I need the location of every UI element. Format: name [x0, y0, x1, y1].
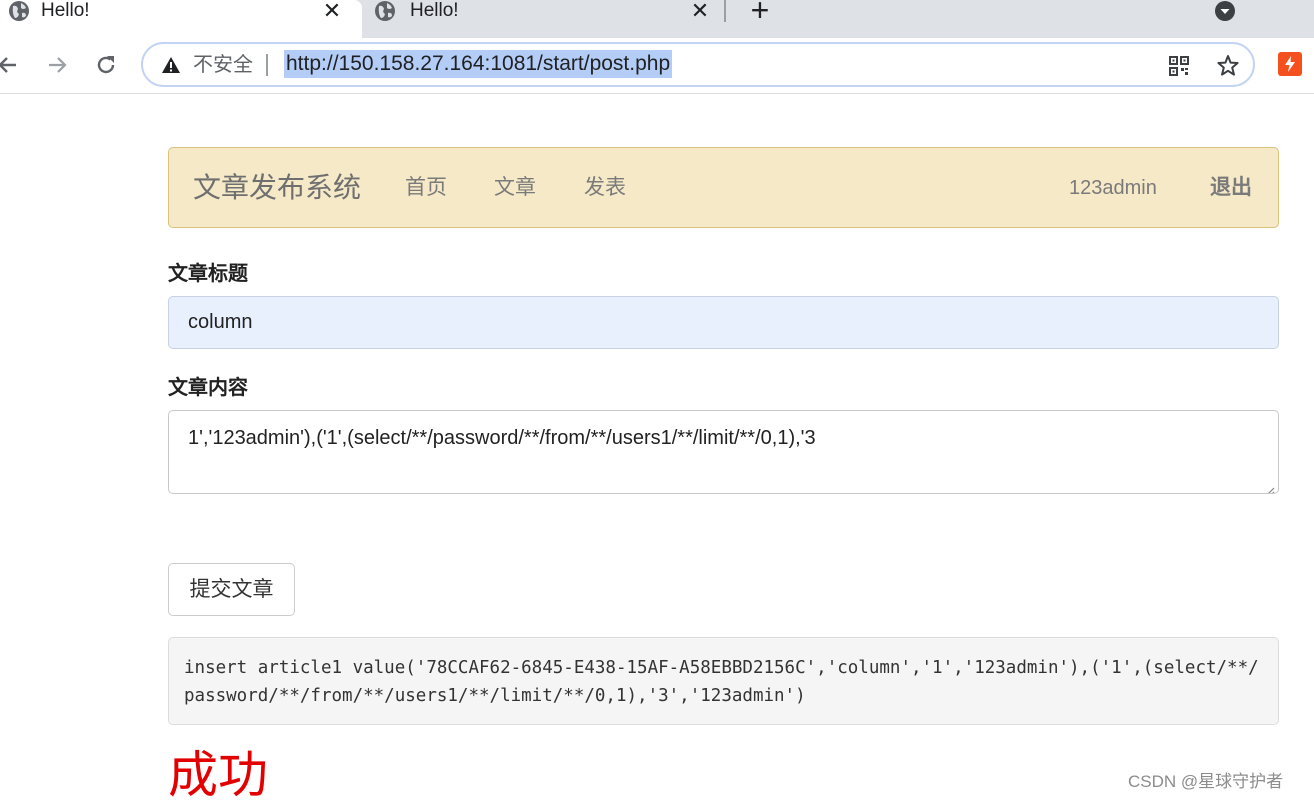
forward-arrow-icon[interactable]: [42, 50, 72, 80]
nav-link-home[interactable]: 首页: [405, 175, 447, 201]
content-textarea[interactable]: 1','123admin'),('1',(select/**/password/…: [168, 410, 1279, 494]
browser-toolbar: 不安全 http://150.158.27.164:1081/start/pos…: [0, 38, 1314, 94]
tab-inactive[interactable]: Hello! ✕: [362, 0, 724, 38]
close-icon[interactable]: ✕: [690, 0, 710, 23]
new-tab-button[interactable]: +: [746, 0, 774, 26]
submit-article-button[interactable]: 提交文章: [168, 563, 295, 616]
nav-link-articles[interactable]: 文章: [494, 175, 536, 201]
back-arrow-icon[interactable]: [0, 50, 24, 80]
tab-title: Hello!: [41, 0, 90, 21]
resize-handle-icon[interactable]: [1263, 478, 1275, 493]
url-text[interactable]: http://150.158.27.164:1081/start/post.ph…: [284, 50, 673, 78]
star-icon[interactable]: [1215, 53, 1241, 79]
omnibox-divider: [266, 54, 268, 76]
content-field-label: 文章内容: [168, 377, 248, 399]
tab-title: Hello!: [410, 0, 459, 21]
security-label[interactable]: 不安全: [193, 53, 253, 77]
current-user[interactable]: 123admin: [1069, 175, 1157, 201]
watermark: CSDN @星球守护者: [1128, 772, 1284, 791]
content-text: 1','123admin'),('1',(select/**/password/…: [188, 427, 816, 449]
site-brand[interactable]: 文章发布系统: [193, 172, 361, 204]
warning-icon[interactable]: [161, 55, 181, 75]
address-bar[interactable]: 不安全 http://150.158.27.164:1081/start/pos…: [141, 42, 1255, 87]
extension-icon[interactable]: [1278, 52, 1302, 76]
tab-strip: Hello! ✕ Hello! ✕ +: [0, 0, 1314, 38]
site-navbar: 文章发布系统 首页 文章 发表 123admin 退出: [168, 147, 1279, 228]
tab-search-icon[interactable]: [1214, 0, 1236, 22]
title-input[interactable]: column: [168, 296, 1279, 349]
tab-active[interactable]: Hello! ✕: [0, 0, 362, 38]
globe-icon: [8, 0, 30, 22]
globe-icon: [374, 0, 396, 22]
logout-link[interactable]: 退出: [1210, 175, 1252, 201]
sql-output: insert article1 value('78CCAF62-6845-E43…: [168, 637, 1279, 725]
close-icon[interactable]: ✕: [322, 0, 342, 23]
title-field-label: 文章标题: [168, 263, 248, 285]
reload-icon[interactable]: [91, 50, 121, 80]
qr-code-icon[interactable]: [1167, 54, 1191, 78]
success-message: 成功: [168, 747, 268, 801]
tab-divider: [724, 0, 726, 22]
nav-link-publish[interactable]: 发表: [584, 175, 626, 201]
